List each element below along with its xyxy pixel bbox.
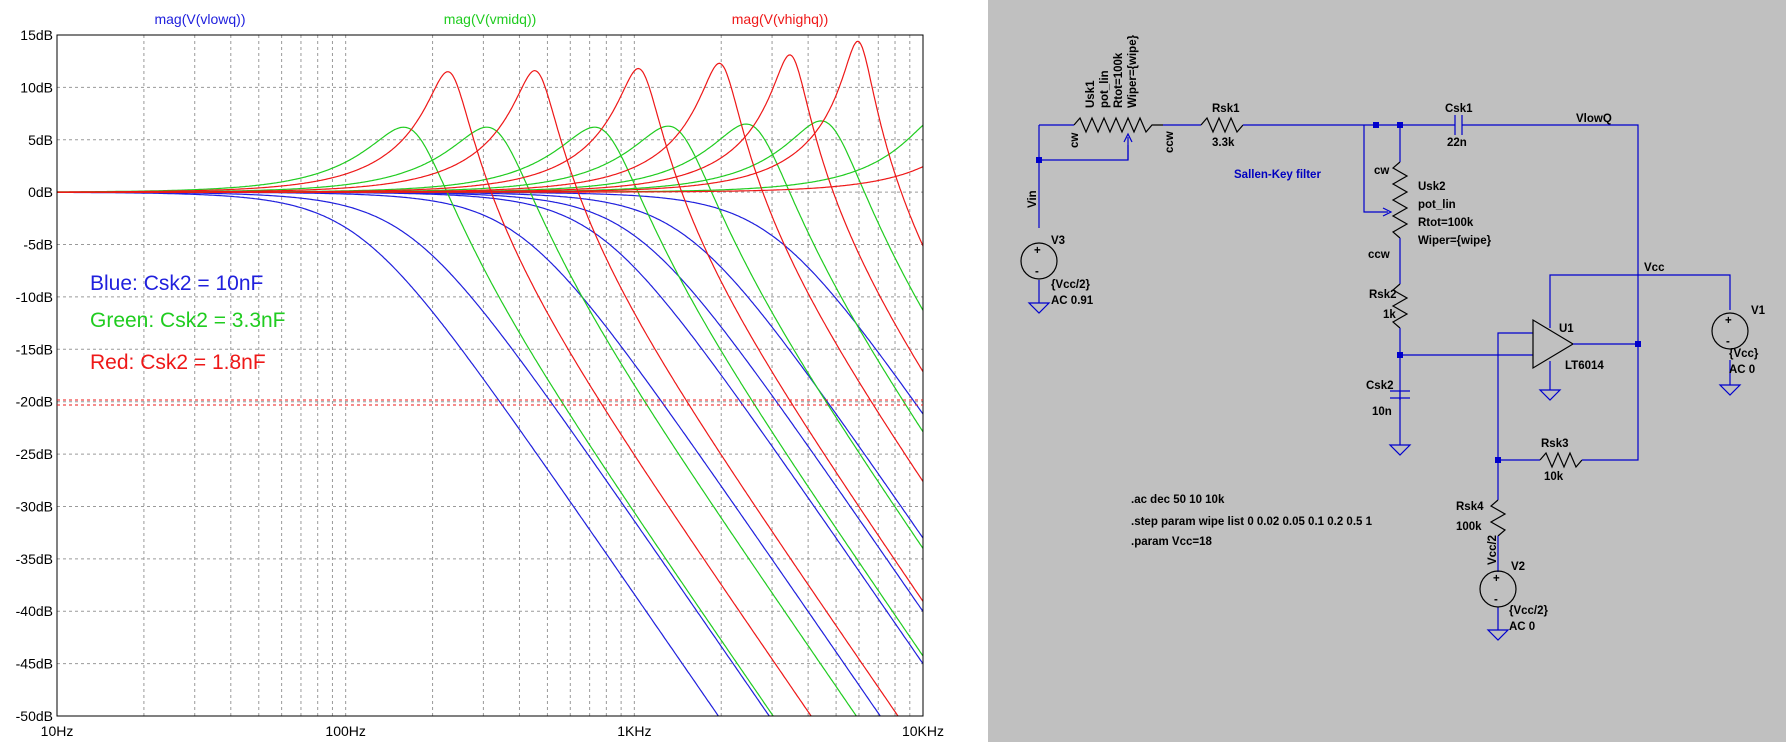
v2-value[interactable]: {Vcc/2} [1509, 605, 1549, 617]
trace-curves [57, 40, 923, 716]
net-label-vcc[interactable]: Vcc [1644, 262, 1665, 274]
csk2-value[interactable]: 10n [1372, 406, 1392, 418]
rsk1-value[interactable]: 3.3k [1212, 137, 1235, 149]
rsk2-value[interactable]: 1k [1383, 309, 1396, 321]
svg-text:-: - [1035, 266, 1039, 278]
y-tick-label: -5dB [23, 237, 53, 253]
legend-green: Green: Csk2 = 3.3nF [90, 309, 286, 332]
plot-grid [56, 34, 923, 717]
directive-ac[interactable]: .ac dec 50 10 10k [1131, 494, 1225, 506]
trace-title-vmidq[interactable]: mag(V(vmidq)) [444, 11, 537, 27]
x-tick-label: 100Hz [325, 723, 365, 739]
rsk3-value[interactable]: 10k [1544, 471, 1564, 483]
axis-tick-labels: 15dB 10dB 5dB 0dB -5dB -10dB -15dB -20dB -25dB -3… [16, 27, 944, 739]
v3-name[interactable]: V3 [1051, 235, 1065, 247]
csk1-value[interactable]: 22n [1447, 137, 1467, 149]
u1-name[interactable]: U1 [1559, 323, 1574, 335]
schematic-canvas[interactable]: + - + - + - Usk1 pot_lin Rtot=100k Wiper… [988, 0, 1786, 742]
svg-text:+: + [1493, 573, 1500, 585]
v1-value[interactable]: {Vcc} [1729, 348, 1759, 360]
usk1-ccw-pin: ccw [1164, 131, 1176, 153]
trace-line [57, 124, 923, 193]
y-tick-label: -25dB [16, 446, 53, 462]
svg-text:+: + [1034, 245, 1041, 257]
svg-text:-: - [1726, 336, 1730, 348]
x-tick-label: 10KHz [902, 723, 944, 739]
trace-line [57, 67, 923, 602]
y-tick-label: 10dB [20, 79, 53, 95]
v1-source-symbol[interactable]: + - [1711, 312, 1749, 350]
v1-ac[interactable]: AC 0 [1729, 364, 1755, 376]
net-label-vcc-half[interactable]: Vcc/2 [1487, 535, 1499, 565]
y-tick-label: -30dB [16, 498, 53, 514]
schematic-editor[interactable]: + - + - + - Usk1 pot_lin Rtot=100k Wiper… [988, 0, 1786, 742]
y-tick-label: -10dB [16, 289, 53, 305]
ground-symbols [1027, 302, 1742, 641]
v3-ac[interactable]: AC 0.91 [1051, 295, 1094, 307]
schematic-comment[interactable]: Sallen-Key filter [1234, 169, 1321, 181]
usk2-rtot[interactable]: Rtot=100k [1418, 217, 1474, 229]
ltspice-window: mag(V(vlowq)) mag(V(vmidq)) mag(V(vhighq… [0, 0, 1786, 742]
rsk2-name[interactable]: Rsk2 [1369, 289, 1397, 301]
trace-line [57, 126, 923, 657]
waveform-viewer[interactable]: mag(V(vlowq)) mag(V(vmidq)) mag(V(vhighq… [0, 0, 988, 742]
v3-source-symbol[interactable]: + - [1020, 242, 1058, 280]
net-label-vin[interactable]: Vin [1027, 190, 1039, 208]
usk1-wiper[interactable]: Wiper={wipe} [1127, 34, 1139, 108]
v2-name[interactable]: V2 [1511, 561, 1525, 573]
legend-blue: Blue: Csk2 = 10nF [90, 272, 263, 295]
usk1-model[interactable]: pot_lin [1099, 70, 1111, 108]
y-tick-label: 5dB [28, 132, 53, 148]
trace-title-vhighq[interactable]: mag(V(vhighq)) [732, 11, 828, 27]
bode-plot[interactable]: mag(V(vlowq)) mag(V(vmidq)) mag(V(vhighq… [0, 0, 988, 742]
v3-value[interactable]: {Vcc/2} [1051, 279, 1091, 291]
usk2-name[interactable]: Usk2 [1418, 181, 1446, 193]
v2-ac[interactable]: AC 0 [1509, 621, 1535, 633]
y-tick-label: -20dB [16, 394, 53, 410]
y-tick-label: -50dB [16, 708, 53, 724]
legend-red: Red: Csk2 = 1.8nF [90, 351, 266, 374]
schematic-wires [1038, 115, 1731, 630]
csk1-name[interactable]: Csk1 [1445, 103, 1473, 115]
trace-line [57, 126, 774, 716]
y-tick-label: 0dB [28, 184, 53, 200]
directive-step[interactable]: .step param wipe list 0 0.02 0.05 0.1 0.… [1131, 516, 1373, 528]
rsk1-name[interactable]: Rsk1 [1212, 103, 1240, 115]
rsk3-name[interactable]: Rsk3 [1541, 438, 1569, 450]
usk1-name[interactable]: Usk1 [1085, 80, 1097, 108]
trace-line [57, 40, 923, 247]
usk2-model[interactable]: pot_lin [1418, 199, 1456, 211]
directive-param[interactable]: .param Vcc=18 [1131, 536, 1212, 548]
svg-text:+: + [1725, 315, 1732, 327]
y-tick-label: -40dB [16, 603, 53, 619]
trace-line [57, 126, 858, 716]
y-tick-label: -15dB [16, 341, 53, 357]
y-tick-label: -45dB [16, 656, 53, 672]
trace-title-vlowq[interactable]: mag(V(vlowq)) [154, 11, 245, 27]
x-tick-label: 10Hz [41, 723, 74, 739]
usk2-wiper[interactable]: Wiper={wipe} [1418, 235, 1492, 247]
net-label-vlowq[interactable]: VlowQ [1576, 113, 1612, 125]
y-tick-label: -35dB [16, 551, 53, 567]
csk2-name[interactable]: Csk2 [1366, 380, 1394, 392]
y-tick-label: 15dB [20, 27, 53, 43]
x-tick-label: 1KHz [617, 723, 651, 739]
u1-model[interactable]: LT6014 [1565, 360, 1604, 372]
trace-line [57, 191, 923, 415]
usk1-rtot[interactable]: Rtot=100k [1113, 52, 1125, 108]
v2-source-symbol[interactable]: + - [1479, 570, 1517, 608]
svg-text:-: - [1494, 594, 1498, 606]
v1-name[interactable]: V1 [1751, 305, 1766, 317]
rsk4-value[interactable]: 100k [1456, 521, 1482, 533]
plot-frame [56, 34, 924, 717]
usk2-cw-pin: cw [1374, 165, 1389, 177]
usk1-cw-pin: cw [1069, 133, 1081, 148]
rsk4-name[interactable]: Rsk4 [1456, 501, 1484, 513]
usk2-ccw-pin: ccw [1368, 249, 1390, 261]
